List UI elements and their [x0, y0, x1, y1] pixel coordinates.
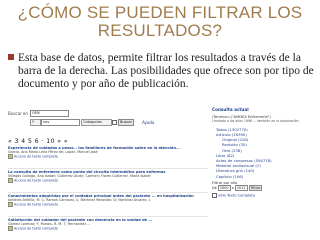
operator-select[interactable]: Y	[30, 119, 41, 126]
search-form: Buscar en OEN Y nov Categorías Buscar Ay…	[8, 109, 208, 137]
search-in-label: Buscar en	[8, 111, 28, 116]
result-links[interactable]: Acceso de texto completo	[8, 226, 208, 232]
year-from-input[interactable]: 2000	[217, 184, 231, 192]
full-text-only-option[interactable]: Sólo Texto Completo	[212, 193, 314, 199]
year-filter: Filtrar por año De 2000 a 2012 Filtrar	[212, 181, 314, 192]
slide-title-line-1: ¿CÓMO SE PUEDEN FILTRAR LOS	[17, 3, 303, 22]
slide-title: ¿CÓMO SE PUEDEN FILTRAR LOS RESULTADOS?	[0, 4, 320, 40]
pagination[interactable]: « 3 4 5 6 · 10 » »	[8, 138, 68, 145]
year-to-label: a	[231, 185, 234, 190]
option-checkbox[interactable]	[112, 120, 117, 125]
fulltext-icon	[8, 154, 13, 160]
full-text-only-label: Sólo Texto Completo	[218, 193, 255, 198]
full-text-checkbox[interactable]	[212, 193, 217, 199]
filter-button[interactable]: Filtrar	[248, 184, 263, 192]
bullet-marker-icon	[8, 54, 14, 60]
facet-chapter[interactable]: Capítulo (106)	[212, 174, 314, 179]
result-link-text[interactable]: Acceso de texto completo	[14, 203, 58, 207]
help-link[interactable]: Ayuda	[142, 120, 154, 125]
bullet-text: Esta base de datos, permite filtrar los …	[18, 52, 314, 90]
result-links[interactable]: Acceso de texto completo	[8, 154, 208, 160]
fulltext-icon	[8, 178, 13, 184]
result-links[interactable]: Acceso de texto completo	[8, 202, 208, 208]
bullet-paragraph: Esta base de datos, permite filtrar los …	[8, 52, 314, 91]
result-item: Satisfacción del cuidador del paciente c…	[8, 218, 208, 237]
result-item: Conocimientos adquiridos por el cuidador…	[8, 194, 208, 217]
result-item: La consulta de enfermera como punto del …	[8, 170, 208, 193]
search-field-2[interactable]: nov	[41, 119, 80, 126]
results-list: Experiencia de cuidados a pesar... los f…	[8, 146, 208, 237]
sidebar-heading: Consulta actual	[212, 107, 249, 112]
search-field-1[interactable]: OEN	[30, 110, 69, 117]
year-to-input[interactable]: 2012	[234, 184, 248, 192]
search-button[interactable]: Buscar	[118, 119, 134, 126]
result-link-text[interactable]: Acceso de texto completo	[14, 155, 58, 159]
fulltext-icon	[8, 226, 13, 232]
result-item: Experiencia de cuidados a pesar... los f…	[8, 146, 208, 169]
year-from-label: De	[212, 185, 217, 190]
fulltext-icon	[8, 202, 13, 208]
query-note: Limitado a los años 1996 ... también en …	[212, 119, 299, 123]
slide-title-line-2: RESULTADOS?	[97, 21, 223, 40]
category-select[interactable]: Categorías	[81, 119, 112, 126]
result-links[interactable]: Acceso de texto completo	[8, 178, 208, 184]
database-screenshot: Buscar en OEN Y nov Categorías Buscar Ay…	[4, 107, 316, 237]
filter-sidebar: Consulta actual (Termino=("AMDEX Enferme…	[212, 107, 314, 237]
result-link-text[interactable]: Acceso de texto completo	[14, 227, 58, 231]
result-link-text[interactable]: Acceso de texto completo	[14, 179, 58, 183]
